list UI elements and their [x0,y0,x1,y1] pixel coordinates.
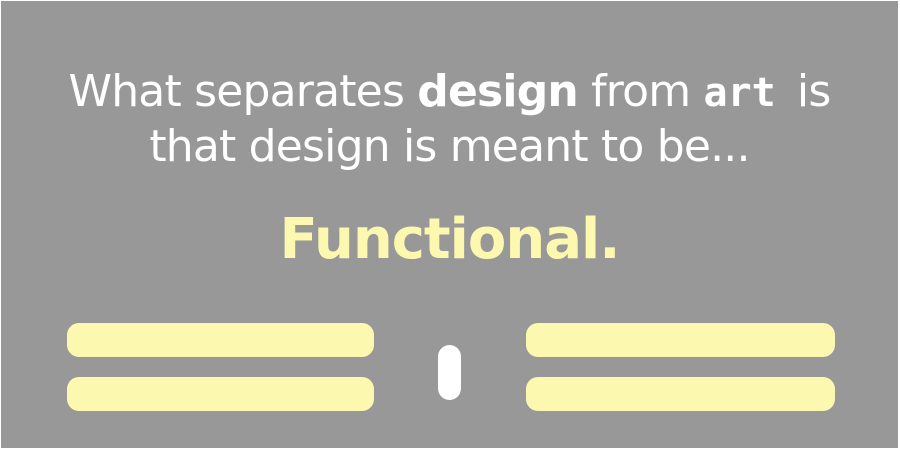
left-bar-top [67,323,374,357]
quote-card: What separates design from art is that d… [1,1,898,448]
emphasis-word: Functional. [279,207,621,272]
quote-text-is: is [783,66,831,117]
quote-line-1: What separates design from art is [1,65,898,120]
right-bar-top [526,323,835,357]
right-bar-bottom [526,377,835,411]
quote-text-lead: What separates [68,66,418,117]
center-pill [438,345,461,400]
word-art: art [703,70,776,116]
quote-line-2: that design is meant to be... [149,121,750,172]
quote-headline: What separates design from art is that d… [1,65,898,174]
word-design: design [417,66,578,117]
left-bar-bottom [67,377,374,411]
quote-text-from: from [577,66,704,117]
